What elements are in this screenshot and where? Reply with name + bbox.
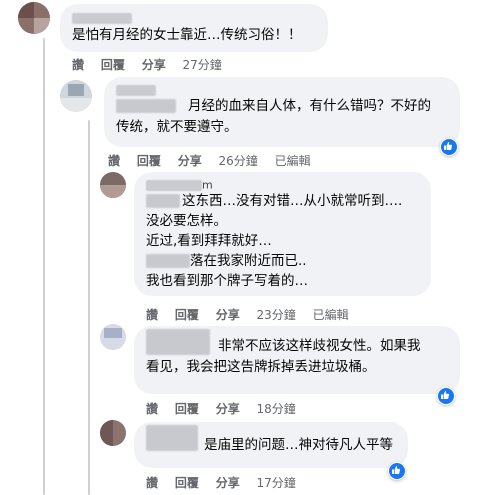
comment-line: 近过,看到拜拜就好… — [146, 233, 272, 249]
share-button[interactable]: 分享 — [216, 402, 240, 416]
commenter-name[interactable]: m — [146, 179, 419, 191]
comment-line: 这东西…没有对错…从小就常听到…. — [182, 193, 403, 209]
share-button[interactable]: 分享 — [142, 58, 166, 72]
thumbs-up-icon — [392, 466, 401, 474]
comment-line: 是庙里的问题…神对待凡人平等 — [204, 437, 393, 453]
comment-actions: 讚 回覆 分享 27分鐘 — [72, 56, 235, 73]
timestamp[interactable]: 26分鐘 — [219, 154, 258, 168]
avatar[interactable] — [100, 324, 126, 350]
comment-actions: 讚 回覆 分享 26分鐘 已編輯 — [108, 152, 324, 169]
thumbs-up-icon — [444, 142, 453, 150]
avatar[interactable] — [60, 80, 92, 112]
share-button[interactable]: 分享 — [178, 154, 202, 168]
comment-text: 是怕有月经的女士靠近…传统习俗！！ — [72, 25, 316, 46]
comment-bubble: 是怕有月经的女士靠近…传统习俗！！ — [60, 4, 328, 52]
reply-button[interactable]: 回覆 — [175, 308, 199, 322]
comment-line: 是怕有月经的女士靠近…传统习俗！！ — [72, 27, 302, 43]
comment-actions: 讚 回覆 分享 18分鐘 — [146, 400, 309, 417]
comment-line: 传统，就不要遵守。 — [116, 119, 238, 135]
comment-line: 我也看到那个牌子写着的… — [146, 273, 308, 289]
timestamp[interactable]: 27分鐘 — [183, 58, 222, 72]
comment-bubble: 非常不应该这样歧视女性。如果我 看见，我会把这告牌拆掉丢进垃圾桶。 — [134, 326, 460, 394]
comment-text: 这东西…没有对错…从小就常听到…. 没必要怎样。 近过,看到拜拜就好… 落在我家… — [146, 191, 419, 291]
edited-label[interactable]: 已編輯 — [313, 308, 349, 322]
comment-text: 月经的血来自人体，有什么错吗？不好的 传统，就不要遵守。 — [116, 96, 448, 138]
comment-bubble: 月经的血来自人体，有什么错吗？不好的 传统，就不要遵守。 — [104, 77, 460, 147]
timestamp[interactable]: 18分鐘 — [257, 402, 296, 416]
reply-button[interactable]: 回覆 — [175, 402, 199, 416]
reply-button[interactable]: 回覆 — [101, 58, 125, 72]
reaction-badge[interactable] — [437, 387, 455, 405]
avatar[interactable] — [18, 2, 50, 34]
commenter-name[interactable] — [72, 11, 316, 25]
reaction-badge[interactable] — [388, 462, 406, 480]
comment-line: 落在我家附近而已.. — [190, 253, 307, 269]
timestamp[interactable]: 23分鐘 — [257, 308, 296, 322]
like-button[interactable]: 讚 — [72, 58, 84, 72]
avatar[interactable] — [100, 420, 126, 446]
commenter-name[interactable] — [116, 84, 448, 96]
comment-line: 看见，我会把这告牌拆掉丢进垃圾桶。 — [146, 359, 376, 375]
like-button[interactable]: 讚 — [146, 476, 158, 490]
comment-text: 非常不应该这样歧视女性。如果我 看见，我会把这告牌拆掉丢进垃圾桶。 — [146, 329, 448, 378]
thread-line — [43, 38, 45, 495]
comment-text: 是庙里的问题…神对待凡人平等 — [146, 425, 396, 456]
comment-actions: 讚 回覆 分享 17分鐘 — [146, 474, 309, 491]
comment-line: 没必要怎样。 — [146, 213, 227, 229]
comment-bubble: 是庙里的问题…神对待凡人平等 — [134, 422, 408, 468]
reply-button[interactable]: 回覆 — [175, 476, 199, 490]
commenter-name-visible: m — [202, 178, 213, 192]
reaction-badge[interactable] — [440, 138, 458, 156]
thumbs-up-icon — [441, 391, 450, 399]
edited-label[interactable]: 已編輯 — [275, 154, 311, 168]
share-button[interactable]: 分享 — [216, 476, 240, 490]
thread-line — [88, 120, 90, 495]
comment-actions: 讚 回覆 分享 23分鐘 已編輯 — [146, 306, 362, 323]
reply-button[interactable]: 回覆 — [137, 154, 161, 168]
share-button[interactable]: 分享 — [216, 308, 240, 322]
like-button[interactable]: 讚 — [108, 154, 120, 168]
avatar[interactable] — [100, 172, 126, 198]
comment-line: 月经的血来自人体，有什么错吗？不好的 — [188, 98, 431, 114]
like-button[interactable]: 讚 — [146, 308, 158, 322]
comment-line: 非常不应该这样歧视女性。如果我 — [218, 338, 421, 354]
like-button[interactable]: 讚 — [146, 402, 158, 416]
timestamp[interactable]: 17分鐘 — [257, 476, 296, 490]
comment-bubble: m 这东西…没有对错…从小就常听到…. 没必要怎样。 近过,看到拜拜就好… 落在… — [134, 172, 431, 296]
